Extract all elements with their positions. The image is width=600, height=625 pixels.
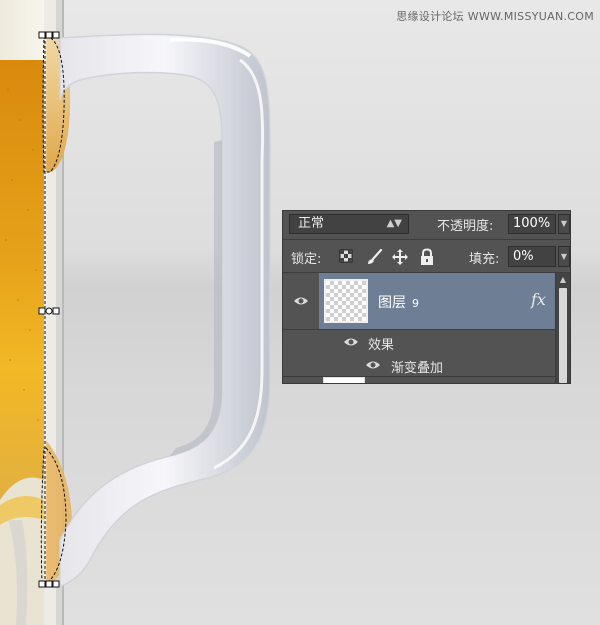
scroll-thumb[interactable] [559, 288, 567, 383]
beer-liquid [0, 60, 44, 500]
layer-thumbnail[interactable] [324, 279, 368, 323]
lock-transparent-icon[interactable] [338, 248, 356, 266]
move-icon[interactable] [391, 248, 409, 266]
blend-mode-select[interactable]: 正常 ▲▼ [289, 214, 409, 234]
layer-name-text: 图层 [378, 295, 406, 311]
panel-lock-row: 锁定: 填充: 0% ▼ [283, 240, 570, 273]
layers-panel: 正常 ▲▼ 不透明度: 100% ▼ 锁定: 填充: 0% ▼ 图层 9 fx … [282, 210, 571, 384]
next-layer-thumbnail[interactable] [323, 377, 365, 383]
fill-dropdown-button[interactable]: ▼ [558, 246, 570, 267]
scroll-up-arrow-icon[interactable]: ▲ [558, 273, 568, 287]
eye-icon[interactable] [365, 359, 381, 371]
canvas: 思缘设计论坛 WWW.MISSYUAN.COM 正常 ▲▼ 不透明度: 100%… [0, 0, 600, 625]
beer-foam [0, 0, 44, 60]
opacity-label: 不透明度: [437, 219, 494, 234]
panel-top-row: 正常 ▲▼ 不透明度: 100% ▼ [283, 211, 570, 240]
fx-icon[interactable]: fx [531, 290, 546, 309]
blend-mode-value: 正常 [298, 216, 325, 231]
eye-icon[interactable] [343, 336, 359, 348]
gradient-overlay-row[interactable]: 渐变叠加 [319, 353, 555, 377]
lock-label: 锁定: [291, 252, 322, 267]
padlock-icon[interactable] [419, 248, 437, 266]
panel-scrollbar[interactable]: ▲ [555, 273, 570, 383]
glass-handle [59, 33, 271, 587]
updown-arrows-icon: ▲▼ [386, 218, 402, 229]
eye-icon[interactable] [293, 295, 309, 307]
brush-icon[interactable] [365, 248, 383, 266]
fill-label: 填充: [469, 252, 500, 267]
opacity-dropdown-button[interactable]: ▼ [558, 214, 570, 234]
layer-number: 9 [412, 297, 419, 310]
effects-label: 效果 [368, 338, 395, 353]
effects-row[interactable]: 效果 [319, 330, 555, 354]
handle-inner-shade [170, 140, 222, 456]
fill-input[interactable]: 0% [508, 246, 556, 267]
gradient-overlay-label: 渐变叠加 [391, 361, 444, 376]
layer-row-9[interactable]: 图层 9 fx [283, 273, 555, 330]
layer-name[interactable]: 图层 9 [378, 292, 419, 312]
opacity-input[interactable]: 100% [508, 214, 556, 234]
